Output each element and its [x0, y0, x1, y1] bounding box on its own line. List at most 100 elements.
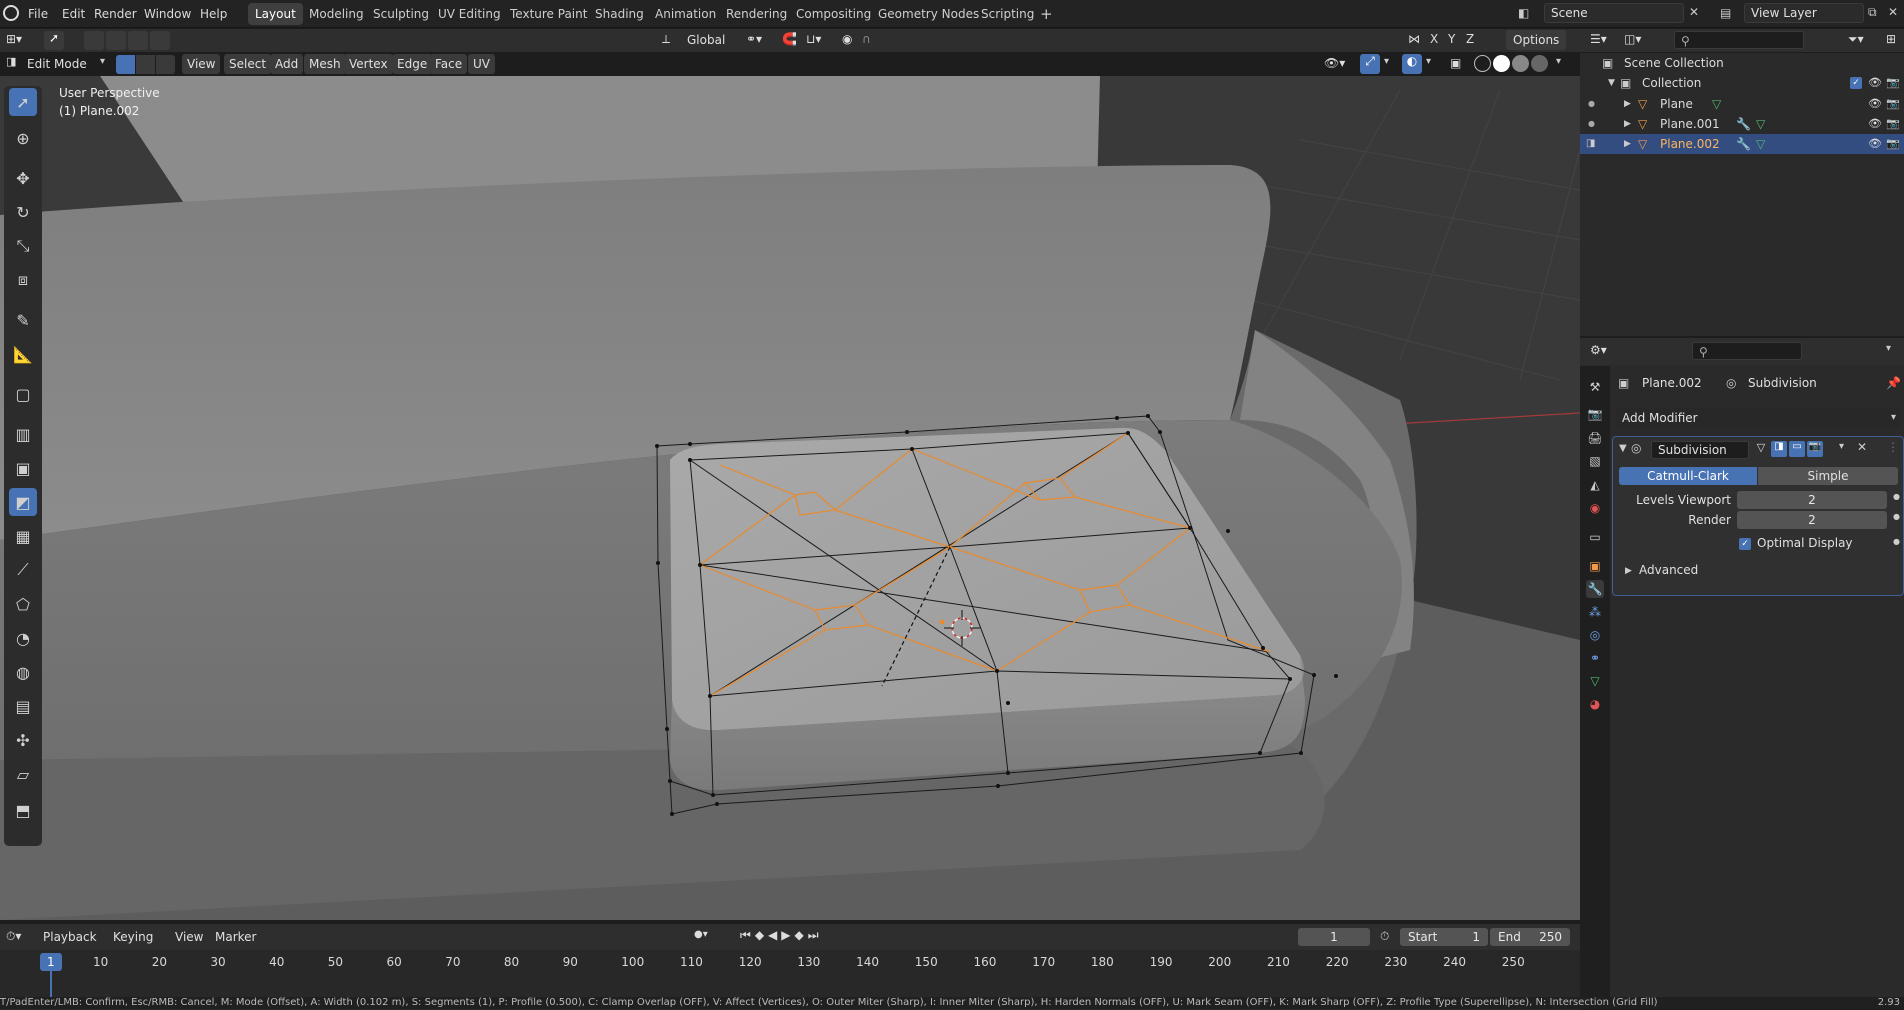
face-select-icon[interactable] — [156, 55, 175, 74]
cursor-tool-icon[interactable]: ⊕ — [9, 124, 37, 152]
chevron-down-icon[interactable]: ▾ — [1384, 56, 1389, 67]
tab-texture-paint[interactable]: Texture Paint — [503, 3, 594, 25]
menu-keying[interactable]: Keying — [108, 927, 158, 947]
jump-start-icon[interactable]: ⏮ — [740, 928, 755, 942]
close-icon[interactable]: ✕ — [1857, 440, 1867, 454]
tab-rendering[interactable]: Rendering — [719, 3, 794, 25]
close-icon[interactable]: ✕ — [1689, 5, 1699, 19]
3d-viewport[interactable] — [0, 76, 1580, 920]
menu-add[interactable]: Add — [270, 54, 304, 74]
menu-mesh[interactable]: Mesh — [304, 54, 346, 74]
render-toggle-icon[interactable]: 📷 — [1807, 441, 1823, 457]
end-frame-field[interactable]: End 250 — [1490, 928, 1570, 946]
close-icon[interactable]: ✕ — [1888, 5, 1898, 19]
output-tab-icon[interactable]: 🖨 — [1586, 429, 1604, 447]
tab-shading[interactable]: Shading — [588, 3, 651, 25]
copy-icon[interactable]: ⧉ — [1868, 5, 1877, 20]
properties-search-input[interactable]: ⚲ — [1692, 342, 1802, 360]
menu-vertex[interactable]: Vertex — [344, 54, 393, 74]
edit-mode-icon[interactable]: ◨ — [1586, 134, 1595, 154]
shear-tool-icon[interactable]: ▱ — [9, 760, 37, 788]
eye-icon[interactable]: 👁 — [1868, 94, 1882, 114]
blender-logo-icon[interactable] — [3, 5, 19, 21]
mirror-icon[interactable]: ⋈ — [1408, 32, 1420, 46]
inset-tool-icon[interactable]: ▣ — [9, 454, 37, 482]
select-new-icon[interactable] — [84, 31, 104, 50]
loop-cut-tool-icon[interactable]: ▦ — [9, 522, 37, 550]
view-layer-tab-icon[interactable]: ▧ — [1586, 452, 1604, 470]
wireframe-shading-icon[interactable] — [1474, 55, 1491, 72]
rip-region-tool-icon[interactable]: ⬒ — [9, 796, 37, 824]
editor-type-icon[interactable]: ⏱▾ — [6, 929, 21, 944]
collection-checkbox[interactable]: ✓ — [1850, 77, 1862, 89]
mode-dropdown[interactable]: Edit Mode — [22, 54, 110, 74]
optimal-display-checkbox[interactable]: ✓ — [1739, 538, 1751, 550]
tab-animation[interactable]: Animation — [648, 3, 723, 25]
edit-mode-toggle-icon[interactable]: ◨ — [1771, 441, 1787, 457]
edge-select-icon[interactable] — [136, 55, 155, 74]
menu-file[interactable]: File — [22, 4, 54, 24]
filter-icon[interactable]: ⏷▾ — [1848, 32, 1864, 47]
material-tab-icon[interactable]: ◕ — [1586, 695, 1604, 713]
menu-uv[interactable]: UV — [468, 54, 495, 74]
jump-end-icon[interactable]: ⏭ — [808, 928, 823, 942]
transform-orientation-dropdown[interactable]: Global — [680, 30, 738, 50]
constraints-tab-icon[interactable]: ⚭ — [1586, 649, 1604, 667]
on-cage-icon[interactable]: ▽ — [1753, 441, 1769, 457]
scene-icon[interactable]: ◧ — [1518, 6, 1529, 20]
rotate-tool-icon[interactable]: ↻ — [9, 198, 37, 226]
camera-icon[interactable]: 📷 — [1886, 114, 1900, 134]
outliner-row-plane-001[interactable]: ● ▶ ▽ Plane.001 🔧 ▽ 👁 📷 — [1580, 114, 1904, 134]
chevron-right-icon[interactable]: ▶ — [1624, 134, 1631, 154]
outliner-row-scene-collection[interactable]: ▣ Scene Collection — [1580, 53, 1904, 73]
levels-viewport-field[interactable]: 2 — [1737, 491, 1887, 509]
xray-icon[interactable]: ▣ — [1450, 56, 1461, 70]
editor-type-icon[interactable]: ☰▾ — [1590, 32, 1607, 46]
clock-icon[interactable]: ⏱ — [1380, 929, 1389, 944]
view-layer-icon[interactable]: ▤ — [1720, 6, 1731, 20]
keyframe-dot-icon[interactable]: ● — [1893, 492, 1900, 501]
vertex-select-icon[interactable] — [116, 55, 135, 74]
add-cube-tool-icon[interactable]: ▢ — [9, 380, 37, 408]
snap-target-icon[interactable]: ⊔▾ — [806, 32, 821, 46]
mirror-z-toggle[interactable]: Z — [1466, 32, 1474, 46]
select-tool-icon[interactable]: ➚ — [44, 31, 64, 50]
gizmo-icon[interactable]: ⤢ — [1360, 54, 1380, 74]
collection-tab-icon[interactable]: ▭ — [1586, 528, 1604, 546]
menu-help[interactable]: Help — [194, 4, 233, 24]
menu-window[interactable]: Window — [138, 4, 197, 24]
tab-geometry-nodes[interactable]: Geometry Nodes — [871, 3, 986, 25]
menu-marker[interactable]: Marker — [210, 927, 261, 947]
viewport-toggle-icon[interactable]: ▭ — [1789, 441, 1805, 457]
select-extend-icon[interactable] — [106, 31, 126, 50]
chevron-right-icon[interactable]: ▶ — [1624, 114, 1631, 134]
menu-select[interactable]: Select — [224, 54, 272, 74]
new-collection-icon[interactable]: ⊞ — [1886, 32, 1896, 46]
tab-layout[interactable]: Layout — [248, 3, 303, 25]
move-tool-icon[interactable]: ✥ — [9, 164, 37, 192]
pin-icon[interactable]: 📌 — [1886, 376, 1901, 390]
options-dropdown[interactable]: Options — [1506, 30, 1567, 50]
tab-uv-editing[interactable]: UV Editing — [431, 3, 508, 25]
render-tab-icon[interactable]: 📷 — [1586, 405, 1604, 423]
mirror-x-toggle[interactable]: X — [1430, 32, 1438, 46]
shrink-fatten-tool-icon[interactable]: ✣ — [9, 726, 37, 754]
proportional-edit-icon[interactable]: ◉ — [842, 32, 852, 46]
pivot-icon[interactable]: ⚭▾ — [746, 32, 762, 46]
outliner-search-input[interactable]: ⚲ — [1674, 31, 1804, 49]
chevron-down-icon[interactable]: ▾ — [1886, 343, 1891, 354]
tab-sculpting[interactable]: Sculpting — [366, 3, 436, 25]
chevron-down-icon[interactable]: ▾ — [1426, 56, 1431, 67]
rendered-shading-icon[interactable] — [1531, 55, 1548, 72]
scale-tool-icon[interactable]: ⤡ — [9, 232, 37, 260]
object-tab-icon[interactable]: ▣ — [1586, 557, 1604, 575]
smooth-tool-icon[interactable]: ◍ — [9, 658, 37, 686]
editor-type-icon[interactable]: ⊞▾ — [6, 32, 22, 46]
outliner-row-plane[interactable]: ● ▶ ▽ Plane ▽ 👁 📷 — [1580, 94, 1904, 114]
annotate-tool-icon[interactable]: ✎ — [9, 306, 37, 334]
snap-icon[interactable]: 🧲 — [782, 32, 797, 46]
advanced-subpanel[interactable]: Advanced — [1639, 563, 1698, 577]
record-icon[interactable]: ●▾ — [694, 929, 708, 940]
outliner-row-plane-002[interactable]: ◨ ▶ ▽ Plane.002 🔧 ▽ 👁 📷 — [1580, 134, 1904, 154]
chevron-down-icon[interactable]: ▾ — [1839, 441, 1844, 452]
